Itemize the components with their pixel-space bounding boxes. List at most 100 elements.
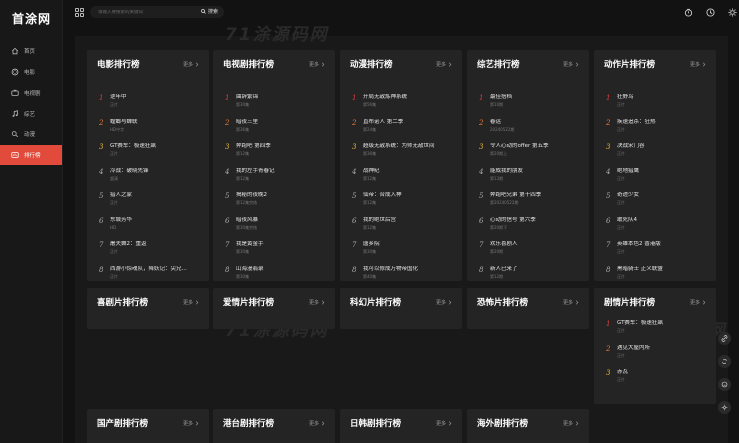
- item-title[interactable]: 揭秘的夜晚2: [236, 192, 267, 199]
- list-item[interactable]: 6 我的绝世后宫 第12集: [352, 217, 454, 242]
- more-link[interactable]: 更多: [183, 61, 199, 68]
- item-title[interactable]: 春运: [490, 119, 514, 126]
- more-link[interactable]: 更多: [563, 420, 579, 427]
- list-item[interactable]: 7 英雄本色2 香港版 正片: [606, 241, 708, 266]
- more-link[interactable]: 更多: [436, 420, 452, 427]
- list-item[interactable]: 2 直布诺人 第二季 第24集: [352, 119, 454, 144]
- more-link[interactable]: 更多: [183, 420, 199, 427]
- list-item[interactable]: 6 心动的信号 第六季 第20期下: [479, 217, 581, 242]
- site-logo[interactable]: 首涂网: [12, 10, 51, 27]
- list-item[interactable]: 3 奔跑吧 第四季 第12集: [225, 143, 327, 168]
- item-title[interactable]: 山海漫翡录: [236, 266, 264, 273]
- item-title[interactable]: 敢死队4: [617, 217, 637, 224]
- item-title[interactable]: 战神纪: [363, 168, 380, 175]
- more-link[interactable]: 更多: [309, 61, 325, 68]
- float-share-icon[interactable]: [718, 355, 731, 368]
- item-title[interactable]: 心动的信号 第六季: [490, 217, 536, 224]
- clock-icon[interactable]: [705, 7, 715, 17]
- list-item[interactable]: 5 奔跑吧兄弟 第十四季 第20240522期: [479, 192, 581, 217]
- more-link[interactable]: 更多: [563, 61, 579, 68]
- sidebar-item-3[interactable]: 综艺: [0, 104, 62, 124]
- more-link[interactable]: 更多: [183, 299, 199, 306]
- sidebar-item-0[interactable]: 首页: [0, 41, 62, 61]
- list-item[interactable]: 3 决战宋门谷 正片: [606, 143, 708, 168]
- sidebar-item-4[interactable]: 动漫: [0, 124, 62, 144]
- item-title[interactable]: 我是黄金手: [236, 241, 264, 248]
- item-title[interactable]: 东城芳华: [110, 217, 132, 224]
- item-title[interactable]: 奔跑吧兄弟 第十四季: [490, 192, 541, 199]
- sidebar-item-2[interactable]: 电视剧: [0, 83, 62, 103]
- item-title[interactable]: 奔跑吧 第四季: [236, 143, 271, 150]
- list-item[interactable]: 3 超级无敌系统：为师无敌世间 第36集: [352, 143, 454, 168]
- list-item[interactable]: 8 山海漫翡录 第30集: [225, 266, 327, 291]
- list-item[interactable]: 7 唐乡院 第30集: [352, 241, 454, 266]
- more-link[interactable]: 更多: [309, 299, 325, 306]
- list-item[interactable]: 4 绝地猎鹰 正片: [606, 168, 708, 193]
- item-title[interactable]: 屠夫舞2：重返: [110, 241, 147, 248]
- float-settings-icon[interactable]: [718, 401, 731, 414]
- sidebar-item-1[interactable]: 电影: [0, 62, 62, 82]
- list-item[interactable]: 1 GT赛车：极速狂飙 正片: [606, 320, 708, 345]
- list-item[interactable]: 5 揭秘的夜晚2 第12集完结: [225, 192, 327, 217]
- item-title[interactable]: 唐乡院: [363, 241, 380, 248]
- item-title[interactable]: 能成我的朋友: [490, 168, 523, 175]
- list-item[interactable]: 6 东城芳华 HD: [99, 217, 201, 242]
- item-title[interactable]: 奇迹少女: [617, 192, 639, 199]
- item-title[interactable]: 遇见大屋内所: [617, 345, 650, 352]
- more-link[interactable]: 更多: [690, 299, 706, 306]
- list-item[interactable]: 1 狂野鸟 正片: [606, 94, 708, 119]
- list-item[interactable]: 6 敢死队4 正片: [606, 217, 708, 242]
- item-title[interactable]: 黑暗骑士 正义联盟: [617, 266, 663, 273]
- item-title[interactable]: 我的绝世后宫: [363, 217, 396, 224]
- item-title[interactable]: 新人已来了: [490, 266, 518, 273]
- list-item[interactable]: 8 西游小惊魂队，降妖记：尖兄... 正片: [99, 266, 201, 291]
- grid-menu-icon[interactable]: [75, 8, 84, 17]
- list-item[interactable]: 8 新人已来了 第12期: [479, 266, 581, 291]
- item-title[interactable]: 超级无敌系统：为师无敌世间: [363, 143, 435, 150]
- search-button[interactable]: 搜索: [201, 8, 218, 15]
- list-item[interactable]: 4 我的左手青春记 第12集: [225, 168, 327, 193]
- more-link[interactable]: 更多: [309, 420, 325, 427]
- item-title[interactable]: 猎人之家: [110, 192, 132, 199]
- list-item[interactable]: 7 屠夫舞2：重返 正片: [99, 241, 201, 266]
- more-link[interactable]: 更多: [436, 299, 452, 306]
- item-title[interactable]: 欢乐喜剧人: [490, 241, 518, 248]
- item-title[interactable]: 冷战：破晓先锋: [110, 168, 149, 175]
- list-item[interactable]: 1 开局无敌炼神系统 第56集: [352, 94, 454, 119]
- list-item[interactable]: 5 仙帝：合成入神 第12集: [352, 192, 454, 217]
- list-item[interactable]: 2 暗夜三里 第36集: [225, 119, 327, 144]
- float-qr-icon[interactable]: [718, 332, 731, 345]
- item-title[interactable]: 英雄本色2 香港版: [617, 241, 661, 248]
- list-item[interactable]: 2 遇见大屋内所 正片: [606, 345, 708, 370]
- more-link[interactable]: 更多: [690, 61, 706, 68]
- list-item[interactable]: 5 奇迹少女 正片: [606, 192, 708, 217]
- item-title[interactable]: 赤瓦: [617, 369, 628, 376]
- item-title[interactable]: 曲辞繁锦: [236, 94, 258, 101]
- item-title[interactable]: 疾速追杀：狂热: [617, 119, 656, 126]
- list-item[interactable]: 2 螳螂与蝉联 HD中字: [99, 119, 201, 144]
- item-title[interactable]: 最佳搭档: [490, 94, 512, 101]
- list-item[interactable]: 2 疾速追杀：狂热 正片: [606, 119, 708, 144]
- item-title[interactable]: 仙帝：合成入神: [363, 192, 402, 199]
- item-title[interactable]: 西游小惊魂队，降妖记：尖兄...: [110, 266, 187, 273]
- item-title[interactable]: 暗夜三里: [236, 119, 258, 126]
- item-title[interactable]: 绝地猎鹰: [617, 168, 639, 175]
- item-title[interactable]: 令人心动的offer 第五季: [490, 143, 549, 150]
- history-icon[interactable]: [683, 7, 693, 17]
- list-item[interactable]: 4 战神纪 第12集: [352, 168, 454, 193]
- more-link[interactable]: 更多: [436, 61, 452, 68]
- item-title[interactable]: 决战宋门谷: [617, 143, 645, 150]
- more-link[interactable]: 更多: [563, 299, 579, 306]
- list-item[interactable]: 8 黑暗骑士 正义联盟 正片: [606, 266, 708, 291]
- list-item[interactable]: 2 春运 20240522期: [479, 119, 581, 144]
- list-item[interactable]: 5 猎人之家 正片: [99, 192, 201, 217]
- list-item[interactable]: 7 欢乐喜剧人 第20期: [479, 241, 581, 266]
- item-title[interactable]: GT赛车：极速狂飙: [110, 143, 156, 150]
- list-item[interactable]: 7 我是黄金手 第30集: [225, 241, 327, 266]
- list-item[interactable]: 3 令人心动的offer 第五季 第20期上: [479, 143, 581, 168]
- list-item[interactable]: 1 最佳搭档 第10期: [479, 94, 581, 119]
- item-title[interactable]: 暗夜风暴: [236, 217, 258, 224]
- list-item[interactable]: 6 暗夜风暴 第30集完结: [225, 217, 327, 242]
- sidebar-item-5[interactable]: 排行榜: [0, 145, 62, 165]
- list-item[interactable]: 3 赤瓦 正片: [606, 369, 708, 394]
